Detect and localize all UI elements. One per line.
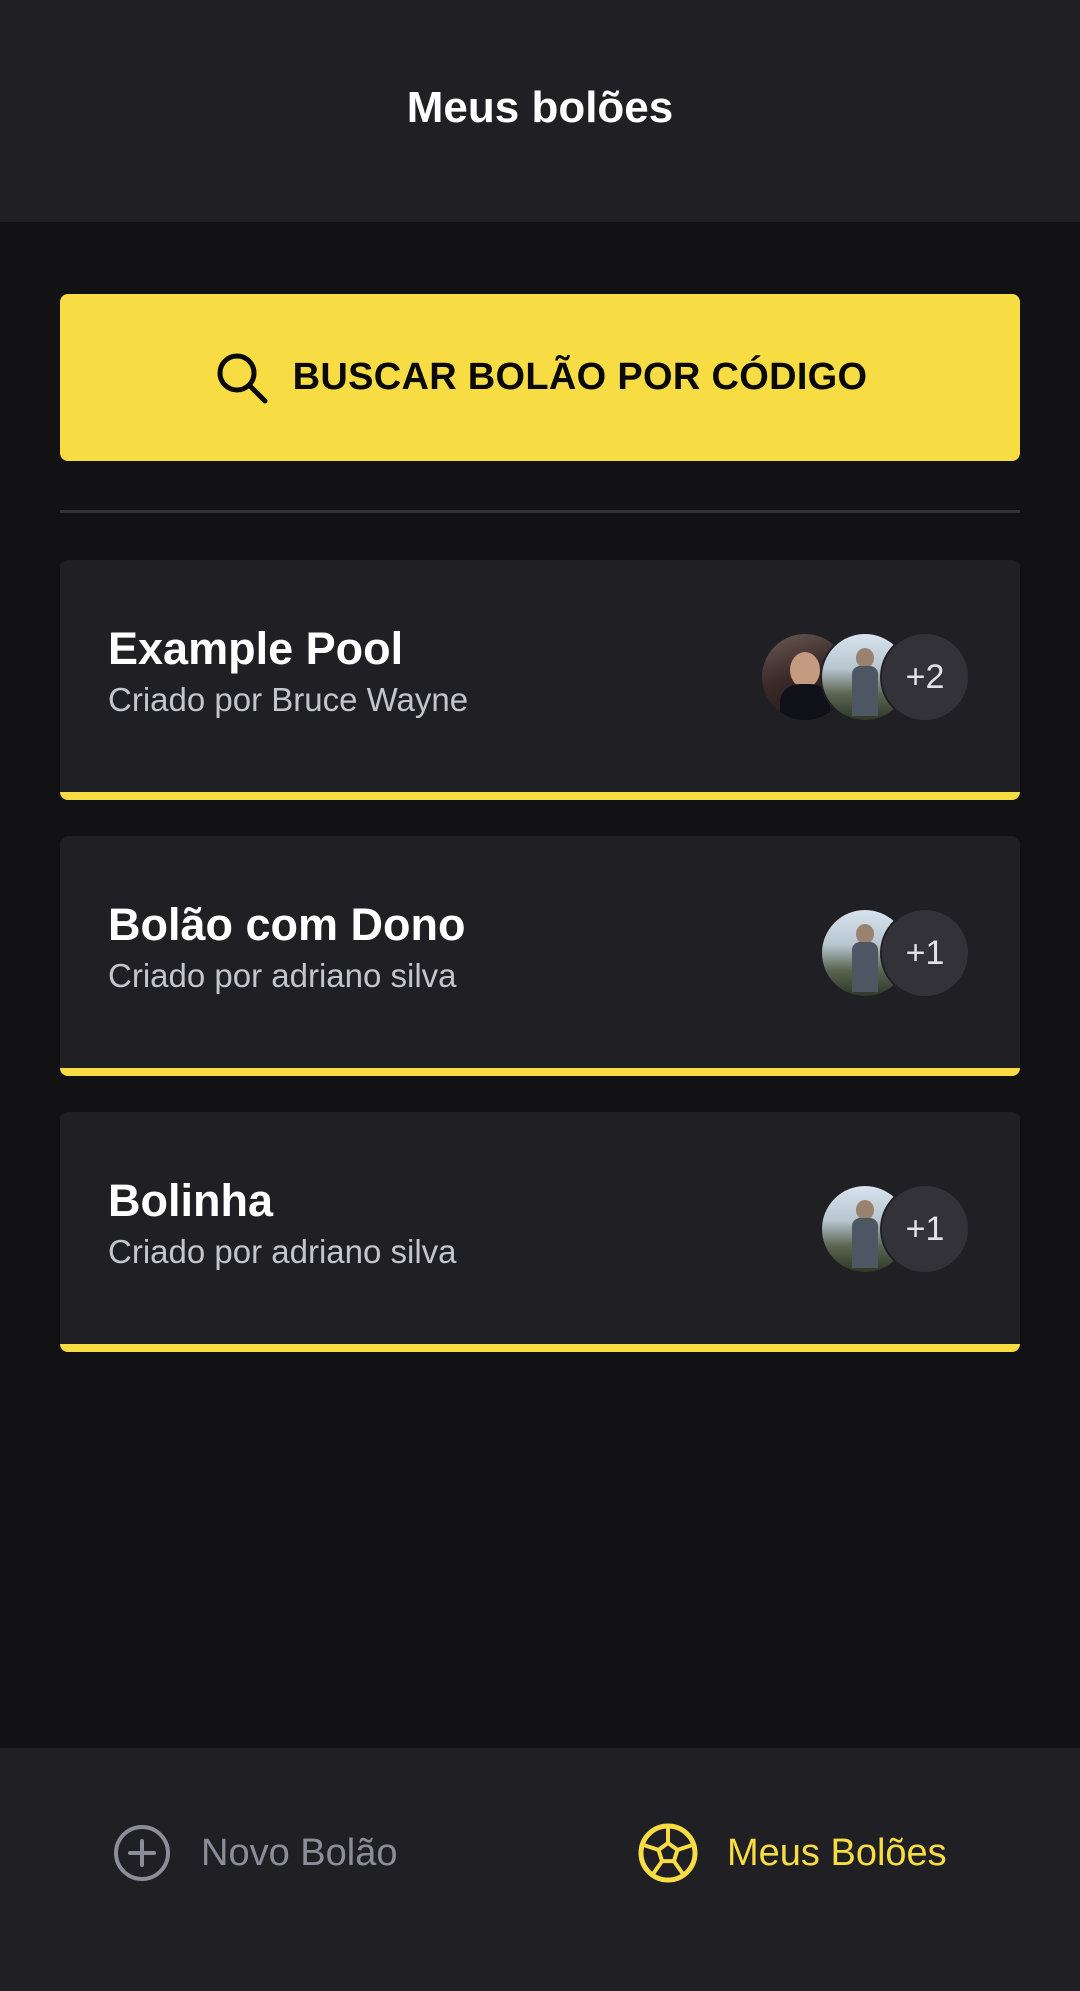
participants-group: +1 bbox=[820, 1184, 970, 1274]
participants-count: +1 bbox=[880, 1184, 970, 1274]
participants-group: +2 bbox=[760, 632, 970, 722]
soccer-ball-icon bbox=[637, 1822, 699, 1884]
pool-card[interactable]: Bolão com Dono Criado por adriano silva … bbox=[60, 836, 1020, 1076]
participants-group: +1 bbox=[820, 908, 970, 998]
search-button-label: BUSCAR BOLÃO POR CÓDIGO bbox=[292, 356, 868, 398]
tab-new-pool-label: Novo Bolão bbox=[201, 1831, 398, 1874]
search-icon bbox=[213, 349, 271, 407]
pool-owner: Criado por Bruce Wayne bbox=[108, 681, 469, 718]
pool-title: Bolinha bbox=[108, 1175, 273, 1226]
pool-title: Bolão com Dono bbox=[108, 899, 466, 950]
tab-new-pool[interactable]: Novo Bolão bbox=[111, 1820, 397, 1886]
tab-my-pools[interactable]: Meus Bolões bbox=[637, 1820, 947, 1886]
search-pool-by-code-button[interactable]: BUSCAR BOLÃO POR CÓDIGO bbox=[60, 294, 1020, 461]
divider bbox=[60, 510, 1020, 513]
participants-count: +1 bbox=[880, 908, 970, 998]
pool-owner: Criado por adriano silva bbox=[108, 957, 457, 994]
pool-card[interactable]: Bolinha Criado por adriano silva +1 bbox=[60, 1112, 1020, 1352]
tab-my-pools-label: Meus Bolões bbox=[727, 1831, 947, 1874]
pool-title: Example Pool bbox=[108, 623, 404, 674]
bottom-navigation: Novo Bolão Meus Bolões bbox=[0, 1748, 1080, 1991]
plus-circle-icon bbox=[111, 1822, 173, 1884]
pool-owner: Criado por adriano silva bbox=[108, 1233, 457, 1270]
participants-count: +2 bbox=[880, 632, 970, 722]
page-title: Meus bolões bbox=[406, 83, 674, 132]
pool-card[interactable]: Example Pool Criado por Bruce Wayne +2 bbox=[60, 560, 1020, 800]
app-header: Meus bolões bbox=[0, 0, 1080, 222]
